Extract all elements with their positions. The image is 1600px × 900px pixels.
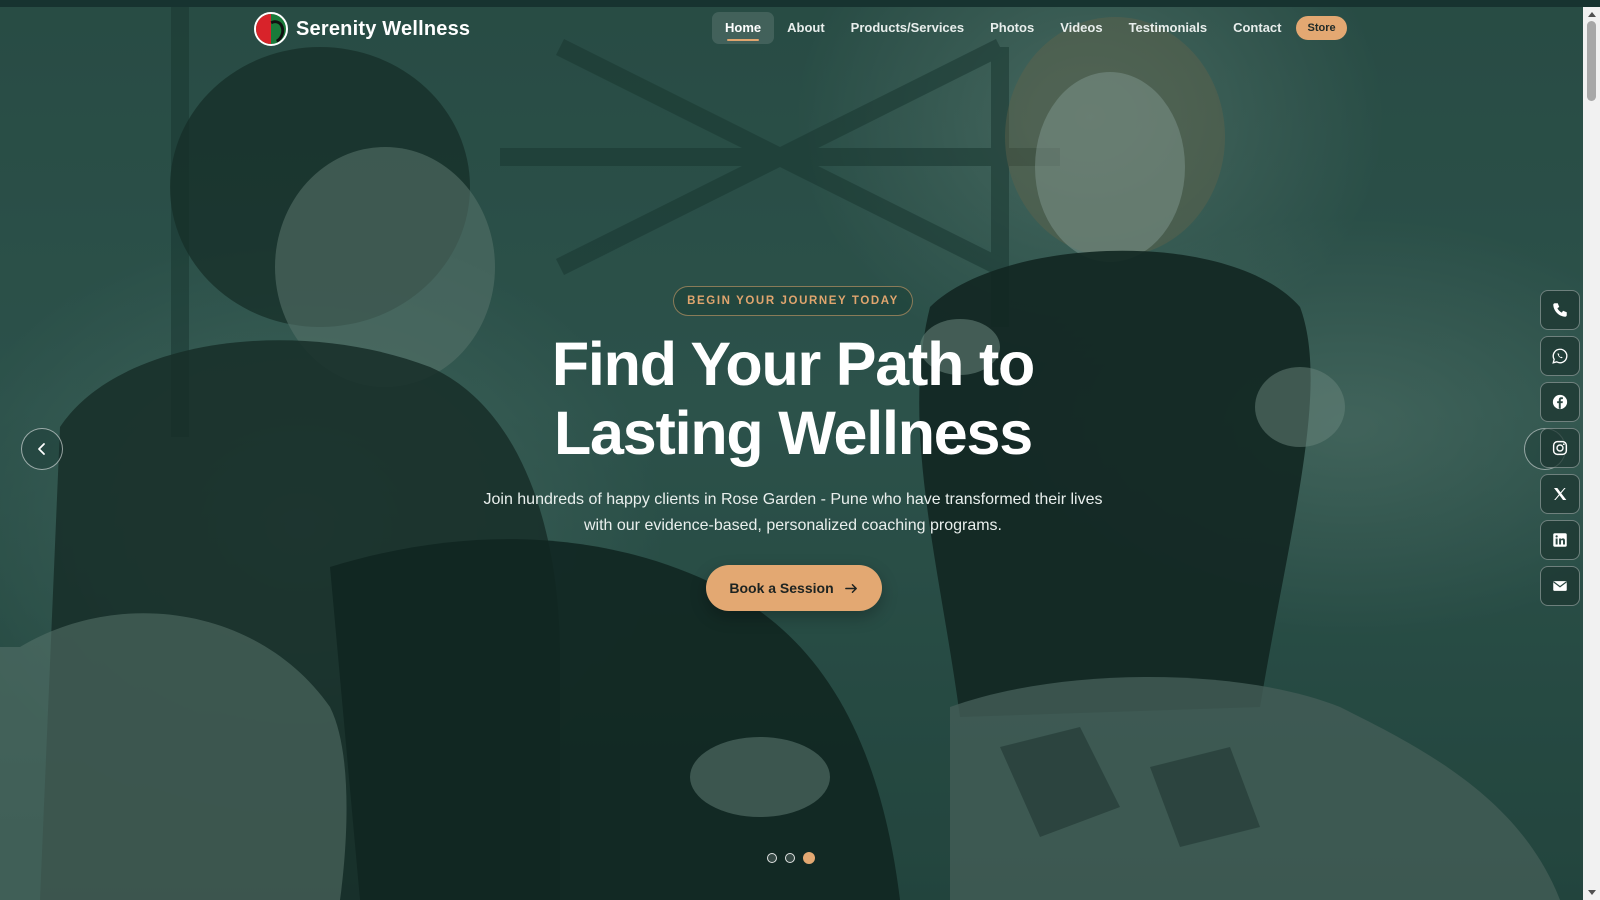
whatsapp-button[interactable] <box>1540 336 1580 376</box>
instagram-icon <box>1552 440 1568 456</box>
nav-contact[interactable]: Contact <box>1220 12 1294 44</box>
hero-headline-line-2: Lasting Wellness <box>554 399 1033 467</box>
linkedin-icon <box>1553 533 1567 547</box>
email-icon <box>1553 581 1567 591</box>
hero-subtext-line-2: with our evidence-based, personalized co… <box>583 517 1002 534</box>
scroll-down-arrow-icon[interactable] <box>1583 886 1600 900</box>
carousel-indicators <box>767 852 815 864</box>
nav-photos[interactable]: Photos <box>977 12 1047 44</box>
phone-icon <box>1553 303 1567 317</box>
page-scrollbar[interactable] <box>1583 7 1600 900</box>
hero-headline-line-1: Find Your Path to <box>551 330 1035 398</box>
chevron-left-icon <box>38 443 45 455</box>
phone-button[interactable] <box>1540 290 1580 330</box>
arrow-right-icon <box>844 583 857 593</box>
book-session-label: Book a Session <box>729 580 834 596</box>
nav-about[interactable]: About <box>774 12 838 44</box>
store-button[interactable]: Store <box>1296 16 1347 40</box>
carousel-dot-1[interactable] <box>767 853 777 863</box>
book-session-button[interactable]: Book a Session <box>706 565 882 611</box>
linkedin-button[interactable] <box>1540 520 1580 560</box>
whatsapp-icon <box>1552 348 1568 364</box>
carousel-dot-3[interactable] <box>803 852 815 864</box>
nav-videos[interactable]: Videos <box>1047 12 1115 44</box>
instagram-button[interactable] <box>1540 428 1580 468</box>
facebook-button[interactable] <box>1540 382 1580 422</box>
email-button[interactable] <box>1540 566 1580 606</box>
brand-name: Serenity Wellness <box>296 17 471 40</box>
hero-headline: Find Your Path to Lasting Wellness <box>440 330 1146 468</box>
carousel-prev-button[interactable] <box>21 428 63 470</box>
nav-products-services[interactable]: Products/Services <box>838 12 977 44</box>
brand-logo[interactable]: Serenity Wellness <box>254 12 470 46</box>
x-button[interactable] <box>1540 474 1580 514</box>
hero-subtext-line-1: Join hundreds of happy clients in Rose G… <box>483 491 1103 508</box>
nav-testimonials[interactable]: Testimonials <box>1116 12 1221 44</box>
nav-home[interactable]: Home <box>712 12 775 44</box>
carousel-dot-2[interactable] <box>785 853 795 863</box>
scrollbar-thumb[interactable] <box>1587 21 1596 101</box>
hero-tagline-badge: BEGIN YOUR JOURNEY TODAY <box>673 286 913 316</box>
logo-icon <box>254 12 288 46</box>
x-icon <box>1554 488 1567 500</box>
hero-subtext: Join hundreds of happy clients in Rose G… <box>470 487 1116 539</box>
social-links-rail <box>1540 290 1580 606</box>
facebook-icon <box>1552 394 1568 410</box>
browser-top-edge <box>0 0 1600 7</box>
main-nav: Home About Products/Services Photos Vide… <box>712 12 1347 44</box>
scroll-up-arrow-icon[interactable] <box>1583 7 1600 21</box>
